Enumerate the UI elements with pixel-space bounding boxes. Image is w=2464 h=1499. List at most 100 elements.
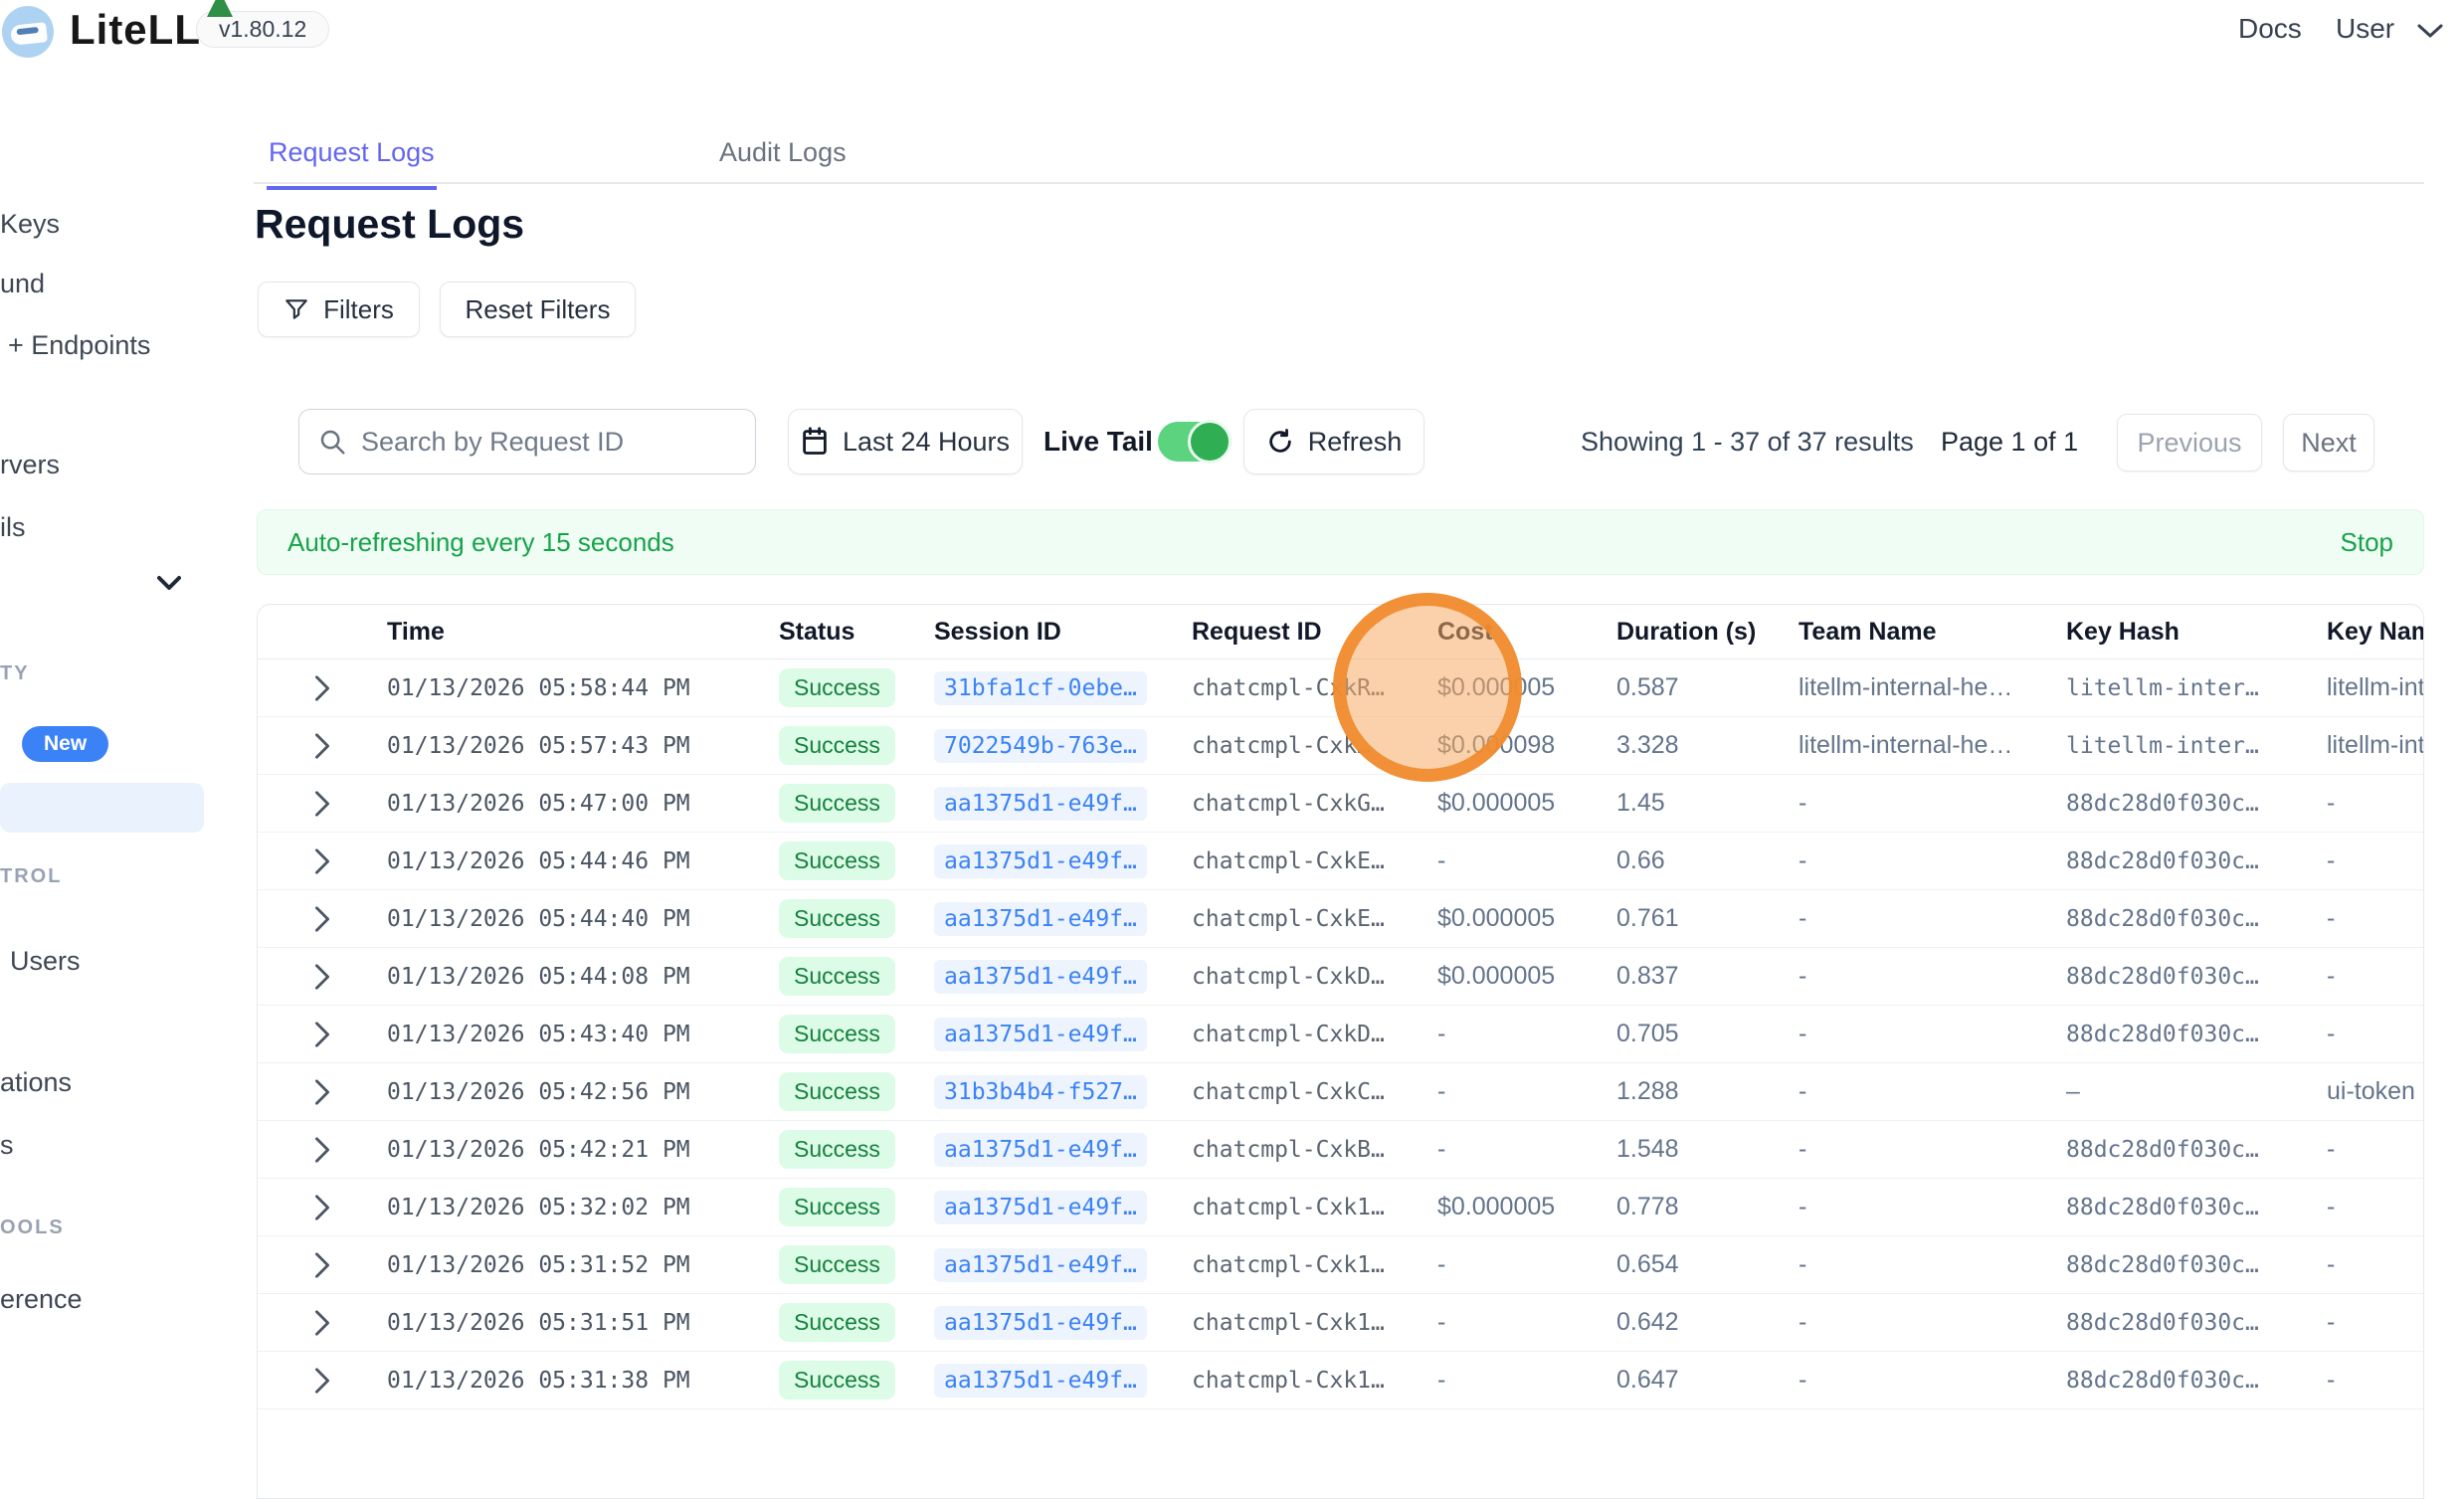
cell-key-hash: 88dc28d0f030c… — [2066, 791, 2327, 817]
cell-key-hash: 88dc28d0f030c… — [2066, 1368, 2327, 1394]
row-expander chevron-right-icon[interactable] — [258, 1136, 387, 1164]
cell-cost: - — [1437, 1077, 1616, 1106]
cell-status: Success — [766, 1245, 934, 1284]
reset-filters-button[interactable]: Reset Filters — [440, 281, 636, 337]
cell-cost: $0.000098 — [1437, 731, 1616, 760]
table-row: 01/13/2026 05:44:46 PMSuccessaa1375d1-e4… — [258, 833, 2424, 890]
chevron-down-icon[interactable] — [2415, 20, 2445, 42]
session-id-link[interactable]: 31bfa1cf-0ebe… — [934, 671, 1147, 705]
row-expander chevron-right-icon[interactable] — [258, 1251, 387, 1279]
sidebar-item-guardrails[interactable]: ils — [0, 512, 26, 543]
column-header-status: Status — [766, 618, 934, 647]
status-badge: Success — [779, 726, 895, 765]
cell-key-hash: 88dc28d0f030c… — [2066, 1310, 2327, 1336]
cell-key-hash: 88dc28d0f030c… — [2066, 1022, 2327, 1047]
sidebar-item-keys[interactable]: Keys — [0, 209, 60, 240]
user-menu[interactable]: User — [2336, 13, 2394, 45]
status-badge: Success — [779, 668, 895, 707]
stop-auto-refresh-button[interactable]: Stop — [2341, 527, 2394, 558]
row-expander chevron-right-icon[interactable] — [258, 1078, 387, 1106]
next-page-button[interactable]: Next — [2283, 414, 2374, 471]
row-expander chevron-right-icon[interactable] — [258, 1367, 387, 1395]
session-id-link[interactable]: aa1375d1-e49f… — [934, 787, 1147, 821]
cell-team-name: litellm-internal-he… — [1799, 731, 2066, 760]
cell-duration: 0.761 — [1616, 904, 1799, 933]
sidebar-item-organizations[interactable]: ations — [0, 1067, 72, 1098]
cell-key-name: - — [2327, 1308, 2424, 1337]
litellm-logo train-icon — [2, 6, 54, 58]
row-expander chevron-right-icon[interactable] — [258, 1021, 387, 1048]
session-id-link[interactable]: aa1375d1-e49f… — [934, 1364, 1147, 1398]
cell-session-id: aa1375d1-e49f… — [934, 1364, 1192, 1398]
session-id-link[interactable]: aa1375d1-e49f… — [934, 1133, 1147, 1167]
cell-session-id: aa1375d1-e49f… — [934, 1248, 1192, 1282]
status-badge: Success — [779, 1015, 895, 1053]
cell-request-id: chatcmpl-Cxk1… — [1192, 1252, 1437, 1278]
row-expander chevron-right-icon[interactable] — [258, 1309, 387, 1337]
cell-time: 01/13/2026 05:42:21 PM — [387, 1137, 766, 1163]
sidebar-item-servers[interactable]: rvers — [0, 450, 60, 480]
status-badge: Success — [779, 784, 895, 823]
search-request-id-box — [298, 409, 756, 474]
cell-status: Success — [766, 1072, 934, 1111]
cell-cost: - — [1437, 846, 1616, 875]
row-expander chevron-right-icon[interactable] — [258, 963, 387, 991]
search-input[interactable] — [361, 427, 737, 458]
cell-key-name: - — [2327, 904, 2424, 933]
cell-time: 01/13/2026 05:58:44 PM — [387, 675, 766, 701]
refresh-button[interactable]: Refresh — [1243, 409, 1424, 474]
sidebar-item-api-reference[interactable]: erence — [0, 1284, 83, 1315]
tab-request-logs[interactable]: Request Logs — [267, 137, 437, 190]
tab-audit-logs[interactable]: Audit Logs — [717, 137, 849, 186]
session-id-link[interactable]: aa1375d1-e49f… — [934, 844, 1147, 878]
cell-session-id: aa1375d1-e49f… — [934, 960, 1192, 994]
table-row: 01/13/2026 05:47:00 PMSuccessaa1375d1-e4… — [258, 775, 2424, 833]
live-tail-toggle[interactable] — [1158, 422, 1232, 462]
table-row: 01/13/2026 05:44:40 PMSuccessaa1375d1-e4… — [258, 890, 2424, 948]
docs-link[interactable]: Docs — [2238, 13, 2302, 45]
session-id-link[interactable]: aa1375d1-e49f… — [934, 1018, 1147, 1051]
session-id-link[interactable]: aa1375d1-e49f… — [934, 902, 1147, 936]
cell-duration: 3.328 — [1616, 731, 1799, 760]
session-id-link[interactable]: aa1375d1-e49f… — [934, 1191, 1147, 1224]
row-expander chevron-right-icon[interactable] — [258, 732, 387, 760]
results-summary: Showing 1 - 37 of 37 results — [1581, 427, 1914, 458]
cell-time: 01/13/2026 05:32:02 PM — [387, 1195, 766, 1220]
cell-duration: 0.654 — [1616, 1250, 1799, 1279]
session-id-link[interactable]: 7022549b-763e… — [934, 729, 1147, 763]
cell-key-hash: 88dc28d0f030c… — [2066, 964, 2327, 990]
cell-status: Success — [766, 1015, 934, 1053]
cell-key-name: litellm-int… — [2327, 673, 2424, 702]
sidebar-item-internal-users[interactable]: Users — [10, 946, 81, 977]
cell-key-name: - — [2327, 1193, 2424, 1221]
row-expander chevron-right-icon[interactable] — [258, 905, 387, 933]
time-range-button[interactable]: Last 24 Hours — [788, 409, 1023, 474]
cell-session-id: 31bfa1cf-0ebe… — [934, 671, 1192, 705]
session-id-link[interactable]: aa1375d1-e49f… — [934, 1306, 1147, 1340]
cell-session-id: aa1375d1-e49f… — [934, 1018, 1192, 1051]
sidebar-item-selected[interactable] — [0, 783, 204, 833]
filters-button[interactable]: Filters — [258, 281, 420, 337]
session-id-link[interactable]: 31b3b4b4-f527… — [934, 1075, 1147, 1109]
status-badge: Success — [779, 1188, 895, 1226]
column-header-key-hash: Key Hash — [2066, 618, 2327, 647]
session-id-link[interactable]: aa1375d1-e49f… — [934, 960, 1147, 994]
row-expander chevron-right-icon[interactable] — [258, 790, 387, 818]
column-header-duration-s-: Duration (s) — [1616, 618, 1799, 647]
sidebar-item-teams[interactable]: s — [0, 1130, 14, 1161]
row-expander chevron-right-icon[interactable] — [258, 674, 387, 702]
chevron-down-icon[interactable] — [155, 573, 183, 593]
cell-key-name: - — [2327, 1020, 2424, 1048]
cell-cost: $0.000005 — [1437, 904, 1616, 933]
page-title: Request Logs — [255, 201, 524, 248]
sidebar-item-playground[interactable]: und — [0, 269, 45, 299]
session-id-link[interactable]: aa1375d1-e49f… — [934, 1248, 1147, 1282]
previous-page-button[interactable]: Previous — [2117, 414, 2262, 471]
row-expander chevron-right-icon[interactable] — [258, 1194, 387, 1221]
sidebar-item-models-endpoints[interactable]: + Endpoints — [8, 330, 150, 361]
cell-request-id: chatcmpl-Cxk1… — [1192, 1310, 1437, 1336]
table-row: 01/13/2026 05:57:43 PMSuccess7022549b-76… — [258, 717, 2424, 775]
cell-request-id: chatcmpl-Cxk1… — [1192, 1368, 1437, 1394]
row-expander chevron-right-icon[interactable] — [258, 847, 387, 875]
cell-status: Success — [766, 726, 934, 765]
